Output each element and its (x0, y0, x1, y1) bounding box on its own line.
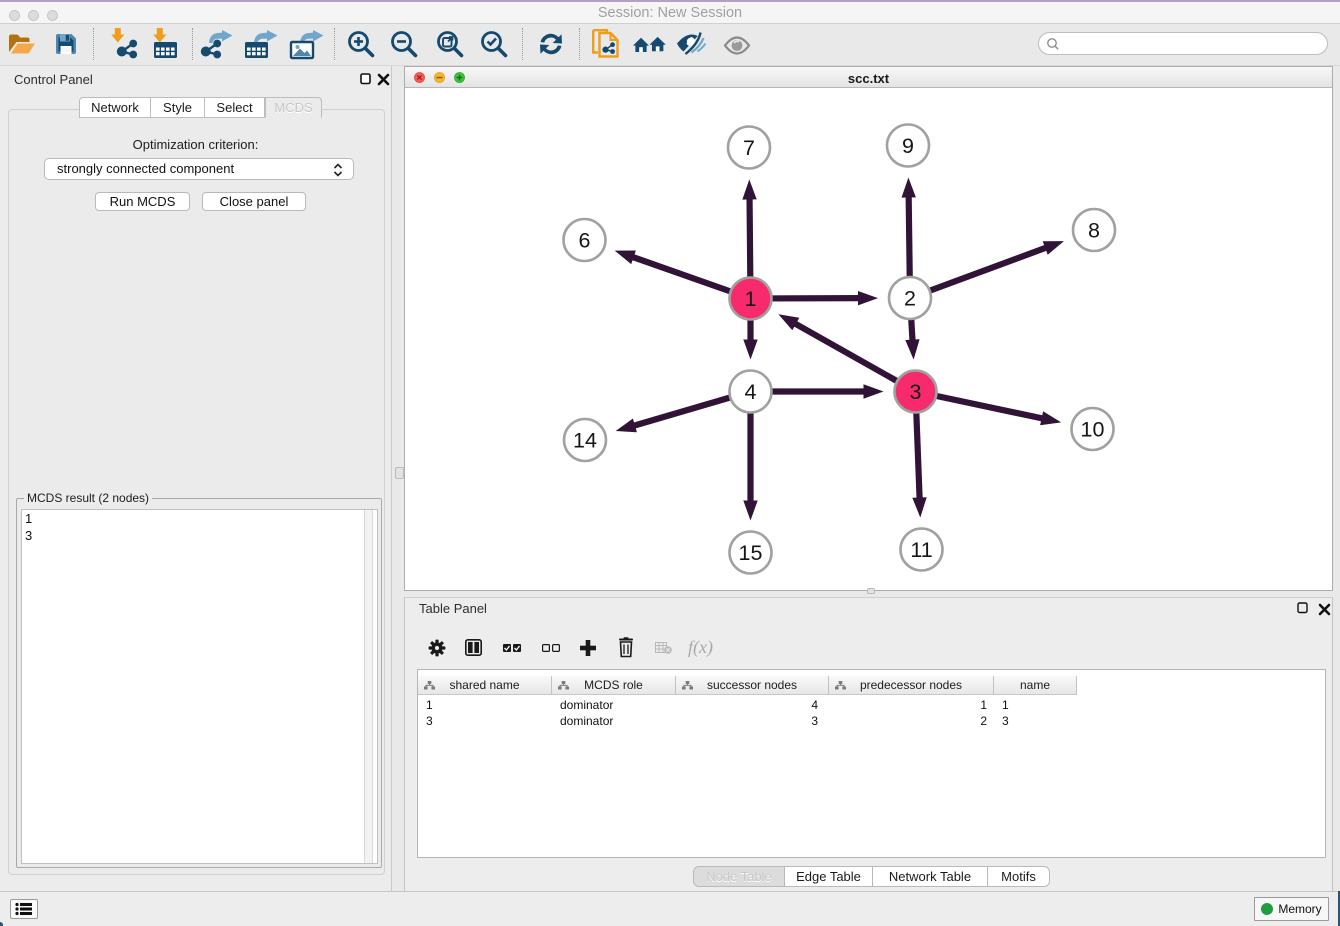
svg-text:7: 7 (743, 136, 755, 160)
svg-text:6: 6 (579, 229, 591, 253)
svg-text:8: 8 (1088, 219, 1100, 243)
svg-text:11: 11 (910, 538, 932, 562)
svg-text:4: 4 (745, 380, 757, 404)
svg-text:3: 3 (910, 380, 922, 404)
svg-text:10: 10 (1081, 418, 1105, 442)
svg-text:15: 15 (739, 541, 763, 565)
svg-text:14: 14 (573, 429, 597, 453)
svg-text:9: 9 (902, 134, 914, 158)
svg-text:2: 2 (904, 287, 916, 311)
svg-text:1: 1 (745, 287, 757, 311)
